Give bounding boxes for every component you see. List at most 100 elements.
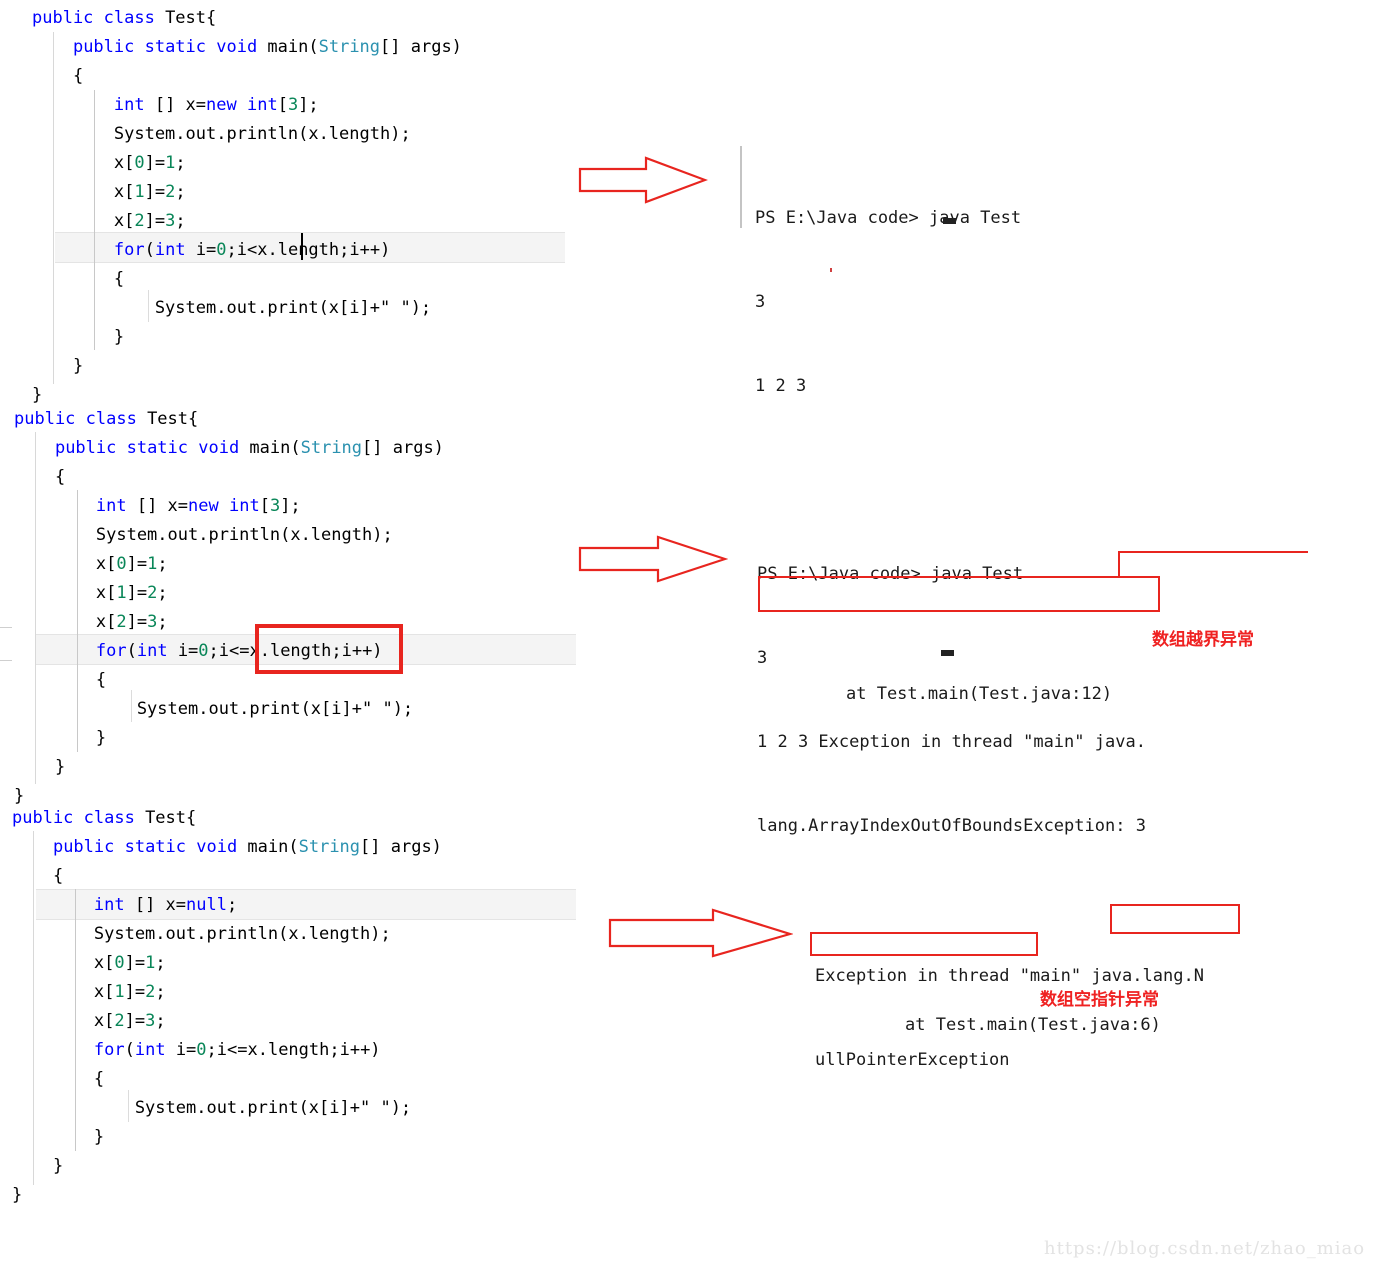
code-line: public class Test{ — [12, 804, 442, 833]
code-token: ]= — [124, 1011, 146, 1031]
code-line: { — [14, 463, 444, 492]
code-line: int [] x=null; — [12, 891, 442, 920]
indent-guide — [94, 90, 95, 350]
code-line: int [] x=new int[3]; — [14, 492, 444, 521]
annot-box-npe-right-upper — [1238, 904, 1240, 934]
code-token: null — [186, 895, 227, 915]
code-line: System.out.println(x.length); — [12, 920, 442, 949]
terminal-cursor-2 — [941, 650, 954, 656]
code-token: x[ — [12, 982, 115, 1002]
indent-guide — [77, 490, 78, 752]
code-line: } — [32, 352, 462, 381]
code-token: System.out.print(x[i]+" "); — [32, 298, 432, 318]
code-token: System.out.println(x.length); — [32, 124, 411, 144]
code-token: x[ — [32, 153, 135, 173]
code-token: { — [14, 467, 66, 487]
code-token: Test{ — [147, 409, 199, 429]
code-token: 2 — [134, 211, 145, 231]
code-token: System.out.println(x.length); — [14, 525, 393, 545]
code-token: public static void — [72, 37, 268, 57]
code-token: for — [113, 240, 145, 260]
annot-box-npe2-left — [810, 932, 812, 956]
code-token: 2 — [147, 583, 158, 603]
code-token: ; — [155, 1011, 166, 1031]
code-token: x[ — [32, 211, 135, 231]
code-line: for(int i=0;i<x.length;i++) — [32, 236, 462, 265]
code-token: x[ — [14, 583, 117, 603]
annot-box-npe-top — [1110, 904, 1240, 906]
code-token: new int — [188, 496, 260, 516]
code-line: public static void main(String[] args) — [32, 33, 462, 62]
code-token: 3 — [165, 211, 176, 231]
code-token: public class — [14, 409, 148, 429]
code-token: ( — [124, 1040, 135, 1060]
code-token: for — [95, 641, 127, 661]
code-line: x[0]=1; — [32, 149, 462, 178]
annot-box-npe2-top — [810, 932, 1038, 934]
code-token: System.out.print(x[i]+" "); — [12, 1098, 412, 1118]
console-stack-line-2: at Test.main(Test.java:12) — [846, 624, 1112, 736]
console-line: at Test.main(Test.java:12) — [846, 684, 1113, 704]
code-token: ; — [175, 182, 186, 202]
code-token: ; — [175, 153, 186, 173]
code-token: [] args) — [362, 438, 444, 458]
code-token: public static void — [52, 837, 248, 857]
terminal-cursor-1 — [943, 218, 956, 224]
code-editor-snippet-1[interactable]: public class Test{ public static void ma… — [32, 4, 462, 410]
code-token: 0 — [196, 1040, 207, 1060]
annot-box-aioobe-mid — [758, 576, 1160, 578]
code-editor-snippet-2[interactable]: public class Test{ public static void ma… — [14, 405, 444, 811]
code-token: [] args) — [380, 37, 462, 57]
code-token: System.out.println(x.length); — [12, 924, 391, 944]
console-line: PS E:\Java code> java Test — [755, 208, 1022, 228]
code-token: [] x= — [124, 895, 187, 915]
code-line: } — [32, 323, 462, 352]
indent-guide — [53, 32, 54, 384]
code-token: [] x= — [144, 95, 207, 115]
code-token: Test{ — [145, 808, 197, 828]
annot-box-aioobe-left-upper — [1118, 551, 1120, 578]
code-token: 2 — [116, 612, 127, 632]
code-token: public class — [12, 808, 146, 828]
code-line: } — [12, 1152, 442, 1181]
code-line: x[2]=3; — [12, 1007, 442, 1036]
code-token: ; — [157, 612, 168, 632]
code-token: x[ — [12, 953, 115, 973]
code-line: public static void main(String[] args) — [14, 434, 444, 463]
code-token: System.out.print(x[i]+" "); — [14, 699, 414, 719]
code-token: 1 — [134, 182, 145, 202]
console-line: lang.ArrayIndexOutOfBoundsException: 3 — [757, 816, 1146, 836]
annot-box-aioobe-left-lower — [758, 576, 760, 612]
code-token: 3 — [147, 612, 158, 632]
code-token: 1 — [114, 982, 125, 1002]
code-token: } — [32, 327, 125, 347]
code-token: } — [14, 757, 66, 777]
code-token: 0 — [114, 953, 125, 973]
code-token: { — [12, 866, 64, 886]
code-token: ; — [175, 211, 186, 231]
code-token: 2 — [145, 982, 156, 1002]
code-editor-snippet-3[interactable]: public class Test{ public static void ma… — [12, 804, 442, 1210]
code-token: } — [14, 786, 25, 806]
text-caret — [301, 233, 303, 260]
code-token: ; — [155, 953, 166, 973]
code-token: ; — [155, 982, 166, 1002]
code-token: ]= — [124, 982, 146, 1002]
code-token: 2 — [165, 182, 176, 202]
indent-guide — [131, 690, 132, 722]
code-token: ]; — [280, 496, 301, 516]
code-token: { — [14, 670, 107, 690]
code-line: System.out.print(x[i]+" "); — [14, 695, 444, 724]
indent-guide — [128, 1090, 129, 1122]
code-line: { — [12, 862, 442, 891]
code-line: int [] x=new int[3]; — [32, 91, 462, 120]
code-token: ; — [157, 583, 168, 603]
code-line: x[1]=2; — [12, 978, 442, 1007]
code-token: 3 — [287, 95, 299, 115]
code-token: String — [300, 438, 363, 458]
code-token: { — [12, 1069, 105, 1089]
code-token: 0 — [116, 554, 127, 574]
